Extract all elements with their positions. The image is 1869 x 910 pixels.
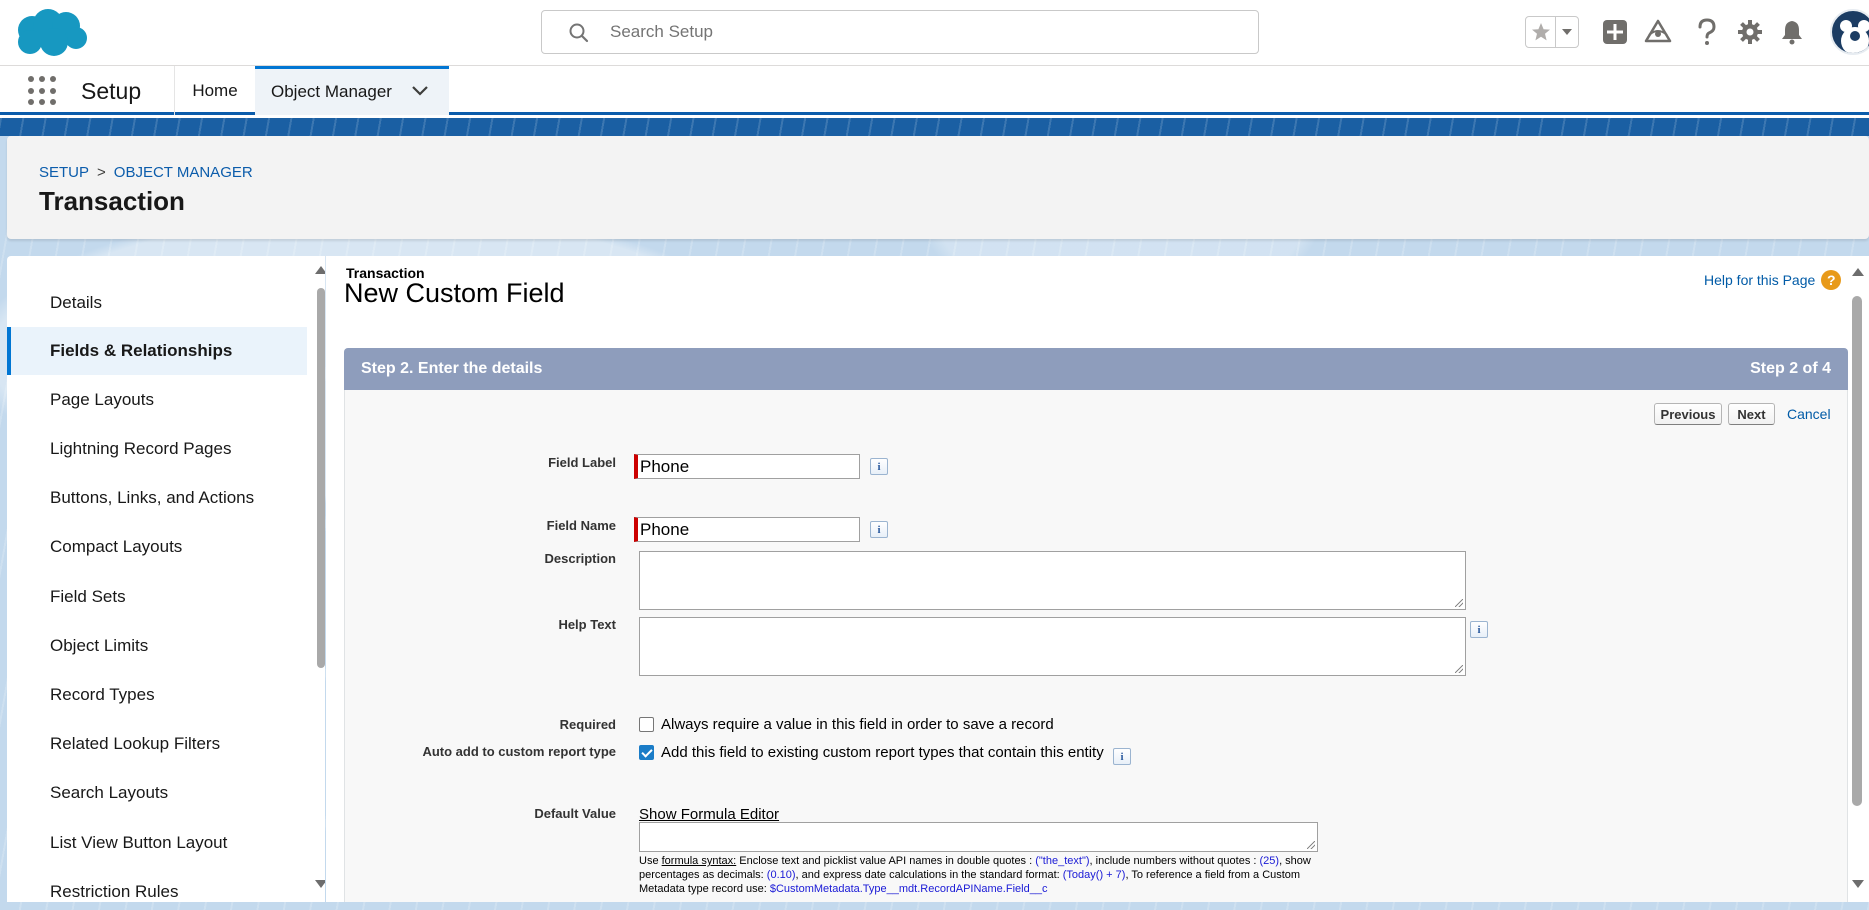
step-bar: Step 2. Enter the details Step 2 of 4 xyxy=(344,348,1848,390)
favorites-menu-icon[interactable] xyxy=(1556,17,1578,47)
notification-bell-icon[interactable] xyxy=(1777,17,1807,47)
formula-help-text: Use formula syntax: Enclose text and pic… xyxy=(639,855,1311,895)
previous-button[interactable]: Previous xyxy=(1654,403,1722,425)
breadcrumb-object-manager[interactable]: OBJECT MANAGER xyxy=(114,164,253,181)
info-icon[interactable]: i xyxy=(870,521,888,538)
sidebar-item-object-limits[interactable]: Object Limits xyxy=(7,622,307,670)
sidebar-scrollbar[interactable] xyxy=(312,256,325,902)
field-label-input[interactable] xyxy=(634,454,860,479)
trailhead-icon[interactable] xyxy=(1643,17,1673,47)
page-title: Transaction xyxy=(39,186,185,216)
setup-search-box[interactable] xyxy=(541,10,1259,54)
search-input[interactable] xyxy=(610,19,1230,45)
auto-add-checkbox[interactable] xyxy=(639,745,654,760)
default-value-label: Default Value xyxy=(534,806,616,821)
show-formula-editor-link[interactable]: Show Formula Editor xyxy=(639,806,779,823)
field-name-label: Field Name xyxy=(546,518,616,533)
scroll-up-arrow[interactable] xyxy=(315,266,325,274)
sidebar-item-restriction-rules[interactable]: Restriction Rules xyxy=(7,868,307,902)
resize-grip[interactable] xyxy=(1455,599,1463,607)
scroll-thumb[interactable] xyxy=(1852,296,1862,806)
next-button[interactable]: Next xyxy=(1728,403,1775,425)
page-header: SETUP > OBJECT MANAGER Transaction xyxy=(7,136,1869,239)
breadcrumb-setup[interactable]: SETUP xyxy=(39,164,89,181)
help-text-label: Help Text xyxy=(558,617,616,632)
global-header xyxy=(0,0,1869,66)
scroll-thumb[interactable] xyxy=(317,288,325,668)
required-label: Required xyxy=(559,717,616,732)
object-sidebar: Details Fields & Relationships Page Layo… xyxy=(7,256,325,902)
required-checkbox[interactable] xyxy=(639,717,654,732)
sidebar-item-buttons-links-actions[interactable]: Buttons, Links, and Actions xyxy=(7,474,307,522)
avatar[interactable] xyxy=(1830,9,1869,55)
sidebar-item-list-view-button-layout[interactable]: List View Button Layout xyxy=(7,819,307,867)
sidebar-item-field-sets[interactable]: Field Sets xyxy=(7,573,307,621)
description-textarea[interactable] xyxy=(639,551,1466,610)
help-icon[interactable] xyxy=(1692,17,1722,47)
sidebar-item-fields-relationships[interactable]: Fields & Relationships xyxy=(7,327,307,375)
field-name-input[interactable] xyxy=(634,517,860,542)
favorites-group xyxy=(1525,16,1579,48)
default-value-input[interactable] xyxy=(639,822,1318,852)
help-for-this-page-link[interactable]: Help for this Page ? xyxy=(1704,270,1842,290)
chevron-down-icon[interactable] xyxy=(411,82,429,100)
sidebar-item-record-types[interactable]: Record Types xyxy=(7,671,307,719)
cancel-link[interactable]: Cancel xyxy=(1787,406,1831,422)
info-icon[interactable]: i xyxy=(1470,621,1488,638)
info-icon[interactable]: i xyxy=(870,458,888,475)
breadcrumb: SETUP > OBJECT MANAGER xyxy=(39,164,253,181)
auto-add-checkbox-label: Add this field to existing custom report… xyxy=(661,744,1104,761)
field-label-label: Field Label xyxy=(548,455,616,470)
favorites-star-icon[interactable] xyxy=(1526,17,1556,47)
form-title: New Custom Field xyxy=(344,278,565,308)
tab-home[interactable]: Home xyxy=(175,66,255,115)
tab-object-manager[interactable]: Object Manager xyxy=(255,66,449,115)
sidebar-item-details[interactable]: Details xyxy=(7,279,307,327)
step-title: Step 2. Enter the details xyxy=(361,360,543,377)
info-icon[interactable]: i xyxy=(1113,748,1131,765)
app-name: Setup xyxy=(81,78,142,104)
resize-grip[interactable] xyxy=(1307,841,1315,849)
salesforce-logo[interactable] xyxy=(10,6,90,60)
main-scrollbar[interactable] xyxy=(1849,256,1869,902)
step-count: Step 2 of 4 xyxy=(1750,360,1831,377)
add-icon[interactable] xyxy=(1600,17,1630,47)
scroll-up-arrow[interactable] xyxy=(1852,268,1864,276)
sidebar-item-lightning-record-pages[interactable]: Lightning Record Pages xyxy=(7,425,307,473)
main-panel: Transaction New Custom Field Help for th… xyxy=(326,256,1869,902)
search-icon xyxy=(569,23,589,43)
context-nav: Setup Home Object Manager xyxy=(0,66,1869,115)
sidebar-item-related-lookup-filters[interactable]: Related Lookup Filters xyxy=(7,720,307,768)
sidebar-item-compact-layouts[interactable]: Compact Layouts xyxy=(7,523,307,571)
help-icon: ? xyxy=(1821,270,1842,290)
auto-add-label: Auto add to custom report type xyxy=(422,744,616,759)
required-checkbox-label: Always require a value in this field in … xyxy=(661,716,1054,733)
formula-syntax-link[interactable]: formula syntax: xyxy=(662,855,737,867)
sidebar-item-page-layouts[interactable]: Page Layouts xyxy=(7,376,307,424)
app-launcher-icon[interactable] xyxy=(28,76,58,106)
gear-icon[interactable] xyxy=(1735,17,1765,47)
scroll-down-arrow[interactable] xyxy=(315,880,325,888)
description-label: Description xyxy=(544,551,616,566)
resize-grip[interactable] xyxy=(1455,665,1463,673)
help-text-textarea[interactable] xyxy=(639,617,1466,676)
scroll-down-arrow[interactable] xyxy=(1852,880,1864,888)
sidebar-item-search-layouts[interactable]: Search Layouts xyxy=(7,769,307,817)
